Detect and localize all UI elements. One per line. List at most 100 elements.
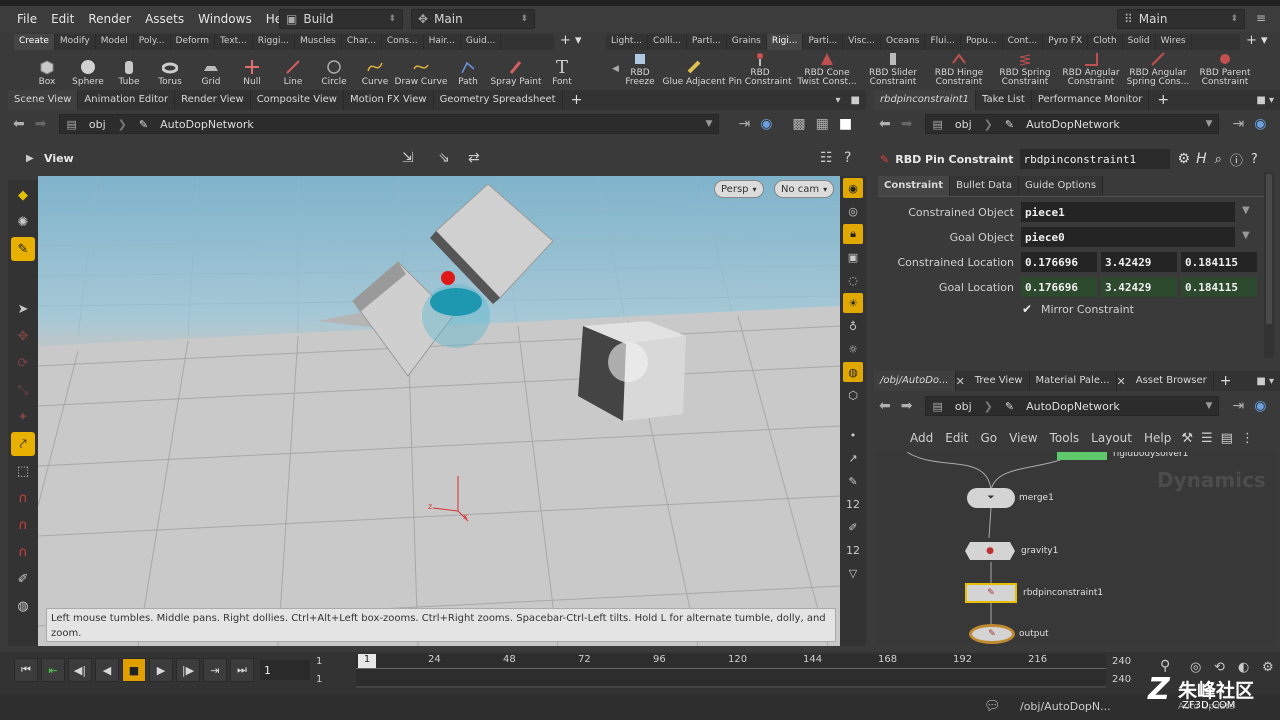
shelf-tab[interactable]: Parti...: [687, 34, 727, 50]
close-tab-icon[interactable]: ✕: [1117, 375, 1130, 388]
menu-edit[interactable]: Edit: [939, 431, 974, 445]
label-12-icon[interactable]: 12: [843, 540, 863, 560]
shelf-tab[interactable]: Solid: [1123, 34, 1156, 50]
path-root[interactable]: obj: [949, 400, 978, 413]
filter-icon[interactable]: ▽: [843, 563, 863, 583]
shelf-tab[interactable]: Hair...: [424, 34, 461, 50]
back-arrow-icon[interactable]: ⬅: [8, 116, 30, 132]
link-icon[interactable]: ◉: [1249, 398, 1271, 414]
goal-location-x[interactable]: 0.176696: [1021, 277, 1097, 297]
shelf-tab[interactable]: Riggi...: [253, 34, 296, 50]
curve-tool[interactable]: Curve: [354, 50, 396, 90]
constraint-handle[interactable]: [430, 288, 482, 316]
goal-object-field[interactable]: piece0: [1021, 227, 1235, 247]
goal-location-z[interactable]: 0.184115: [1181, 277, 1257, 297]
window-menu-icon[interactable]: ≡: [1256, 11, 1266, 25]
lock-icon[interactable]: 🔒︎: [843, 224, 863, 244]
close-tab-icon[interactable]: ✕: [956, 375, 969, 388]
tab-composite-view[interactable]: Composite View: [251, 90, 344, 110]
current-frame-field[interactable]: 1: [260, 660, 310, 680]
move-icon[interactable]: ✥: [11, 324, 35, 348]
edit-icon[interactable]: ✎: [843, 471, 863, 491]
persp-camera-button[interactable]: Persp ▾: [714, 180, 764, 198]
network-canvas[interactable]: rigidbodysolver1 ⏷ merge1 ● gravity1 ✎ r…: [877, 452, 1277, 646]
shelf-tab[interactable]: Parti...: [803, 34, 844, 50]
tab-material-palette[interactable]: Material Pale...: [1030, 371, 1117, 391]
cube-icon[interactable]: ▩: [787, 116, 810, 132]
path-dropdown-icon[interactable]: ▼: [1200, 401, 1219, 411]
grid-tool[interactable]: Grid: [190, 50, 232, 90]
wrench-icon[interactable]: ⚒: [1177, 431, 1197, 446]
status-path[interactable]: /obj/AutoDopN...: [1020, 700, 1111, 713]
tube-tool[interactable]: Tube: [108, 50, 150, 90]
add-shelf-tab-icon[interactable]: + ▾: [1246, 33, 1268, 48]
play-reverse-icon[interactable]: ◀: [95, 658, 119, 682]
normal-icon[interactable]: ↗: [843, 448, 863, 468]
rbd-freeze-tool[interactable]: RBD Freeze: [618, 50, 662, 90]
shelf-tab[interactable]: Modify: [55, 34, 96, 50]
playhead[interactable]: 1: [358, 654, 376, 668]
end-frame-label[interactable]: 240: [1112, 656, 1131, 667]
tab-parameters[interactable]: rbdpinconstraint1: [874, 90, 976, 110]
rbd-pin-constraint-tool[interactable]: RBD Pin Constraint: [726, 50, 794, 90]
link-icon[interactable]: ◉: [755, 116, 777, 132]
add-pane-tab-icon[interactable]: +: [1214, 373, 1238, 389]
pin-point[interactable]: [441, 271, 455, 285]
viewport-menu-icon[interactable]: ▶: [26, 153, 34, 164]
path-root[interactable]: obj: [83, 118, 112, 131]
no-cam-button[interactable]: No cam ▾: [774, 180, 835, 198]
shelf-tab[interactable]: Grains: [727, 34, 767, 50]
start-frame-label[interactable]: 1: [316, 656, 322, 667]
scale-icon[interactable]: ⤡: [11, 378, 35, 402]
shelf-tab[interactable]: Char...: [342, 34, 382, 50]
rbd-slider-tool[interactable]: RBD Slider Constraint: [860, 50, 926, 90]
view-tool-icon[interactable]: ⬚: [11, 459, 35, 483]
menu-help[interactable]: Help: [1138, 431, 1177, 445]
shelf-tab[interactable]: Light...: [606, 34, 649, 50]
gear-icon[interactable]: ⚙: [1178, 151, 1191, 167]
step-forward-key-icon[interactable]: ⇥: [203, 658, 227, 682]
constrained-location-y[interactable]: 3.42429: [1101, 252, 1177, 272]
menu-windows[interactable]: Windows: [191, 12, 259, 26]
rotate-icon[interactable]: ⟳: [11, 351, 35, 375]
maximize-pane-icon[interactable]: ■ ▾: [1250, 95, 1280, 106]
headlight-icon[interactable]: ☼: [843, 339, 863, 359]
tab-animation-editor[interactable]: Animation Editor: [78, 90, 176, 110]
node-name-field[interactable]: rbdpinconstraint1: [1019, 149, 1170, 169]
shelf-tab[interactable]: Model: [96, 34, 134, 50]
transform-icon[interactable]: ⇄: [468, 150, 480, 166]
light-icon[interactable]: ☀: [843, 293, 863, 313]
help-icon[interactable]: ?: [1251, 152, 1258, 167]
forward-arrow-icon[interactable]: ➡: [896, 398, 918, 414]
circle-tool[interactable]: Circle: [314, 50, 354, 90]
path-node[interactable]: AutoDopNetwork: [154, 118, 260, 131]
shelf-tab[interactable]: Cloth: [1088, 34, 1123, 50]
end-frame-label-2[interactable]: 240: [1112, 674, 1131, 685]
network-path-field[interactable]: ▤ obj ❯ ✎ AutoDopNetwork ▼: [925, 396, 1220, 416]
timeline-ruler[interactable]: 1 24 48 72 96 120 144 168 192 216: [356, 654, 1106, 688]
menu-file[interactable]: File: [10, 12, 44, 26]
path-dropdown-icon[interactable]: ▼: [1200, 119, 1219, 129]
snap-icon[interactable]: ⇲: [402, 150, 414, 166]
add-shelf-tab-icon[interactable]: + ▾: [560, 33, 582, 48]
box-tool[interactable]: Box: [26, 50, 68, 90]
rbd-spring-tool[interactable]: RBD Spring Constraint: [992, 50, 1058, 90]
goal-location-y[interactable]: 3.42429: [1101, 277, 1177, 297]
shelf-tab[interactable]: Text...: [215, 34, 253, 50]
camera-icon[interactable]: ▣: [843, 247, 863, 267]
rbd-angular-tool[interactable]: RBD Angular Constraint: [1058, 50, 1124, 90]
params-path-field[interactable]: ▤ obj ❯ ✎ AutoDopNetwork ▼: [925, 114, 1220, 134]
tab-tree-view[interactable]: Tree View: [969, 371, 1030, 391]
node-rigidbodysolver1[interactable]: rigidbodysolver1: [1057, 452, 1188, 460]
pin-icon[interactable]: ⇥: [1227, 398, 1249, 414]
shelf-tab[interactable]: Pyro FX: [1043, 34, 1089, 50]
forward-arrow-icon[interactable]: ➡: [896, 116, 918, 132]
node-output[interactable]: ✎ output: [969, 624, 1049, 644]
display-options-icon[interactable]: ▦: [811, 116, 834, 132]
node-merge1[interactable]: ⏷ merge1: [967, 488, 1054, 508]
number-icon[interactable]: 12: [843, 494, 863, 514]
tree-icon[interactable]: ☰: [1197, 431, 1217, 446]
shelf-tab[interactable]: Rigi...: [766, 34, 804, 50]
tab-render-view[interactable]: Render View: [175, 90, 251, 110]
shelf-tab[interactable]: Flui...: [925, 34, 961, 50]
